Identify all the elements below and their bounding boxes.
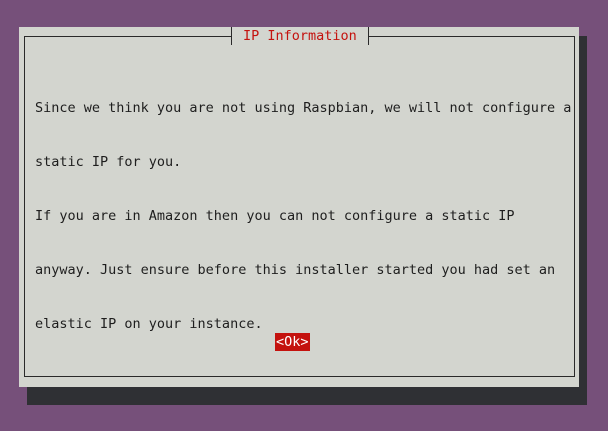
dialog-shadow-right — [579, 36, 587, 405]
message-line: If you are in Amazon then you can not co… — [35, 208, 515, 224]
dialog-title-text: IP Information — [243, 28, 357, 44]
dialog-shadow-bottom — [27, 387, 587, 405]
dialog-title: IP Information — [231, 27, 369, 45]
terminal-screen: IP Information Since we think you are no… — [0, 0, 608, 431]
ip-information-dialog: IP Information Since we think you are no… — [19, 27, 579, 387]
message-line: anyway. Just ensure before this installe… — [35, 262, 556, 278]
message-line: Since we think you are not using Raspbia… — [35, 100, 572, 116]
ok-button[interactable]: <Ok> — [275, 333, 310, 351]
message-line: elastic IP on your instance. — [35, 316, 263, 332]
message-line: static IP for you. — [35, 154, 182, 170]
dialog-message: Since we think you are not using Raspbia… — [35, 63, 572, 369]
